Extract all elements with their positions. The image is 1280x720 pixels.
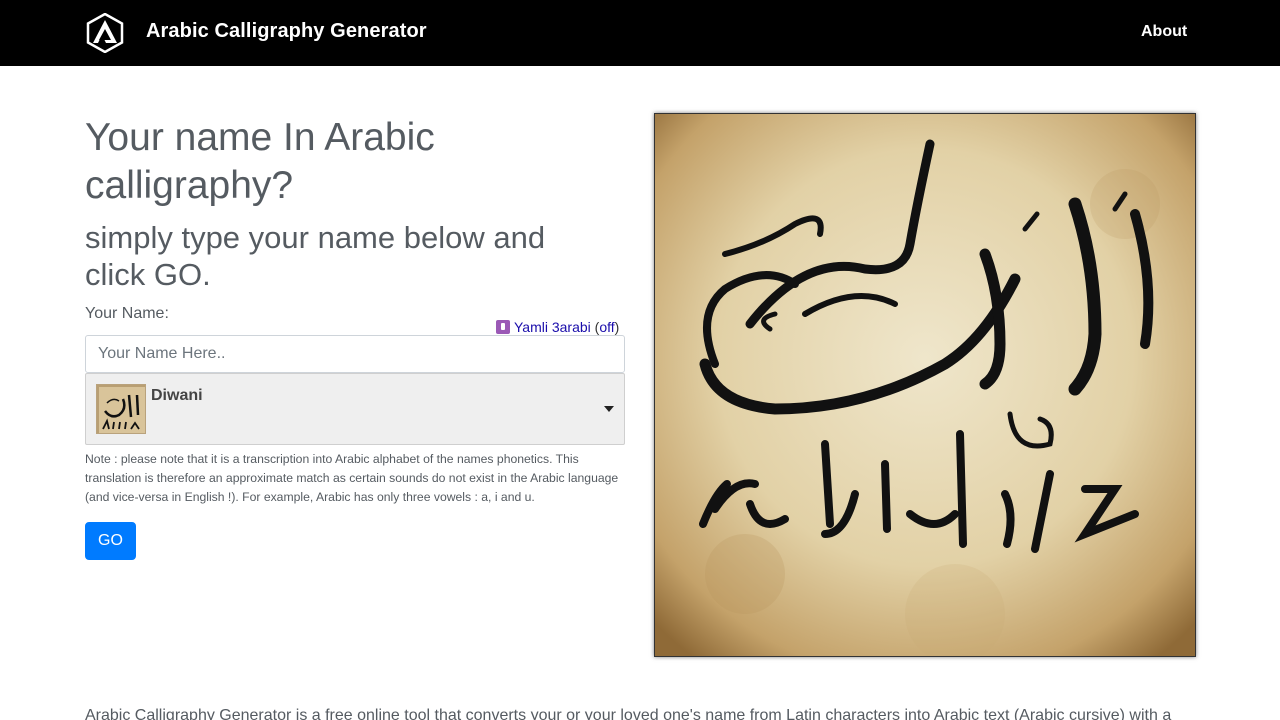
page-headline: Your name In Arabic calligraphy?: [85, 116, 435, 207]
font-style-select[interactable]: Diwani: [85, 373, 625, 445]
page-subheadline: simply type your name below and click GO…: [85, 220, 546, 292]
logo-icon[interactable]: [85, 13, 125, 53]
brand-title[interactable]: Arabic Calligraphy Generator: [146, 19, 427, 43]
yamli-toggle-link[interactable]: off: [599, 319, 614, 335]
top-navbar: Arabic Calligraphy Generator About: [0, 0, 1280, 66]
footer-description: Arabic Calligraphy Generator is a free o…: [85, 707, 1172, 720]
font-thumbnail: [96, 384, 146, 434]
calligraphy-preview-image: [654, 113, 1196, 657]
transcription-note: Note : please note that it is a transcri…: [85, 452, 619, 504]
yamli-icon: [496, 320, 510, 334]
selected-font-name: Diwani: [151, 387, 203, 404]
name-input[interactable]: [85, 335, 625, 373]
nav-about-link[interactable]: About: [1141, 22, 1187, 42]
yamli-widget: Yamli 3arabi (off): [496, 318, 619, 336]
caret-down-icon: [604, 406, 614, 412]
yamli-paren-close: ): [614, 319, 620, 335]
name-label: Your Name:: [85, 305, 169, 322]
go-button[interactable]: GO: [85, 522, 136, 560]
yamli-link[interactable]: Yamli 3arabi: [514, 319, 591, 335]
